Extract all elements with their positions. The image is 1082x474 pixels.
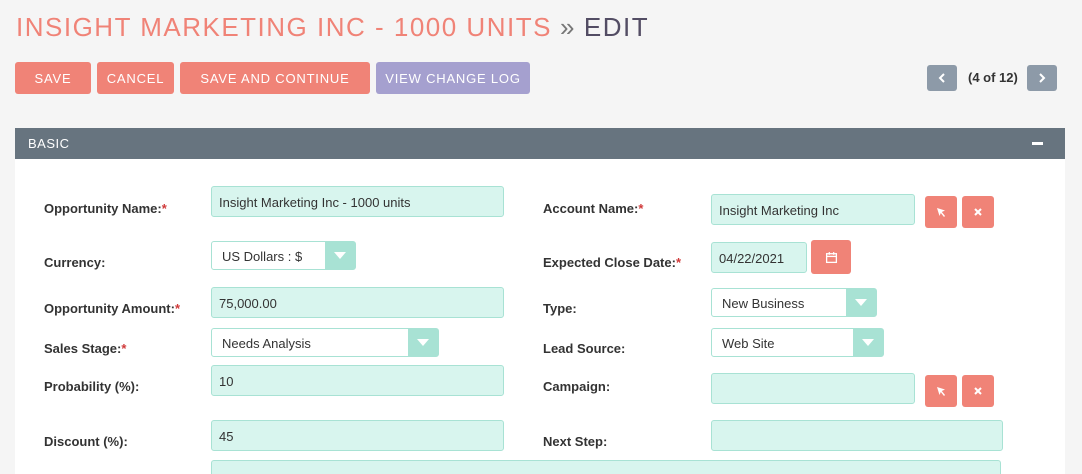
probability-label: Probability (%): bbox=[44, 379, 140, 394]
save-button[interactable]: SAVE bbox=[15, 62, 91, 94]
record-title: INSIGHT MARKETING INC - 1000 UNITS bbox=[16, 12, 552, 42]
panel-title: BASIC bbox=[28, 136, 70, 151]
next-record-button[interactable] bbox=[1027, 65, 1057, 91]
expected-close-date-label: Expected Close Date:* bbox=[543, 255, 681, 270]
description-textarea[interactable] bbox=[211, 460, 1001, 474]
cursor-arrow-icon bbox=[937, 208, 945, 217]
view-change-log-button[interactable]: VIEW CHANGE LOG bbox=[376, 62, 530, 94]
cancel-button[interactable]: CANCEL bbox=[97, 62, 174, 94]
discount-label: Discount (%): bbox=[44, 434, 128, 449]
chevron-left-icon bbox=[938, 73, 945, 83]
currency-label: Currency: bbox=[44, 255, 106, 270]
account-clear-button[interactable] bbox=[962, 196, 994, 228]
chevron-down-icon bbox=[853, 329, 883, 356]
opportunity-amount-input[interactable]: 75,000.00 bbox=[211, 287, 504, 318]
chevron-right-icon bbox=[1039, 73, 1046, 83]
sales-stage-select[interactable]: Needs Analysis bbox=[211, 328, 439, 357]
sales-stage-label: Sales Stage:* bbox=[44, 341, 127, 356]
minus-icon[interactable] bbox=[1032, 142, 1043, 145]
opportunity-name-label: Opportunity Name:* bbox=[44, 201, 167, 216]
lead-source-label: Lead Source: bbox=[543, 341, 626, 356]
calendar-icon bbox=[825, 251, 837, 263]
pager-count: (4 of 12) bbox=[968, 70, 1018, 85]
panel-header-basic[interactable]: BASIC bbox=[15, 128, 1065, 159]
opportunity-name-input[interactable]: Insight Marketing Inc - 1000 units bbox=[211, 186, 504, 217]
campaign-label: Campaign: bbox=[543, 379, 611, 394]
account-name-label: Account Name:* bbox=[543, 201, 644, 216]
title-action: EDIT bbox=[583, 12, 650, 42]
chevron-down-icon bbox=[408, 329, 438, 356]
campaign-select-button[interactable] bbox=[925, 375, 957, 407]
lead-source-select[interactable]: Web Site bbox=[711, 328, 884, 357]
account-select-button[interactable] bbox=[925, 196, 957, 228]
close-icon bbox=[974, 387, 982, 395]
next-step-label: Next Step: bbox=[543, 434, 608, 449]
page-title: INSIGHT MARKETING INC - 1000 UNITS» EDIT bbox=[16, 12, 649, 43]
discount-input[interactable]: 45 bbox=[211, 420, 504, 451]
title-separator: » bbox=[559, 12, 576, 42]
probability-input[interactable]: 10 bbox=[211, 365, 504, 396]
campaign-clear-button[interactable] bbox=[962, 375, 994, 407]
type-label: Type: bbox=[543, 301, 577, 316]
cursor-arrow-icon bbox=[937, 387, 945, 396]
opportunity-amount-label: Opportunity Amount:* bbox=[44, 301, 180, 316]
save-and-continue-button[interactable]: SAVE AND CONTINUE bbox=[180, 62, 370, 94]
currency-select[interactable]: US Dollars : $ bbox=[211, 241, 356, 270]
chevron-down-icon bbox=[846, 289, 876, 316]
previous-record-button[interactable] bbox=[927, 65, 957, 91]
chevron-down-icon bbox=[325, 242, 355, 269]
close-icon bbox=[974, 208, 982, 216]
date-picker-button[interactable] bbox=[811, 240, 851, 274]
type-select[interactable]: New Business bbox=[711, 288, 877, 317]
account-name-input[interactable]: Insight Marketing Inc bbox=[711, 194, 915, 225]
expected-close-date-input[interactable]: 04/22/2021 bbox=[711, 242, 807, 273]
campaign-input[interactable] bbox=[711, 373, 915, 404]
next-step-input[interactable] bbox=[711, 420, 1003, 451]
